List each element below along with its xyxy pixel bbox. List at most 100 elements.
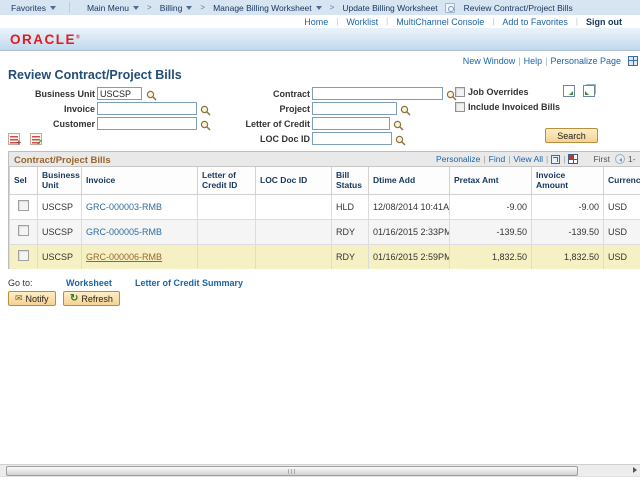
- list-edit-icon[interactable]: [30, 133, 42, 145]
- letter-of-credit-summary-link[interactable]: Letter of Credit Summary: [135, 278, 243, 288]
- personalize-link[interactable]: Personalize: [436, 152, 480, 166]
- horizontal-scrollbar[interactable]: [0, 464, 640, 477]
- breadcrumb-manage-billing-worksheet[interactable]: Manage Billing Worksheet: [213, 3, 322, 13]
- related-content-lookup-icon[interactable]: [445, 3, 455, 13]
- add-to-favorites-link[interactable]: Add to Favorites: [502, 17, 568, 27]
- cell-pretax-amt: -139.50: [450, 219, 532, 244]
- copy-page-icon[interactable]: [583, 85, 595, 97]
- page-title: Review Contract/Project Bills: [8, 68, 182, 82]
- pager-first-icon[interactable]: [615, 154, 625, 164]
- scrollbar-grip: [288, 469, 296, 474]
- table-header-row: Sel Business Unit Invoice Letter of Cred…: [10, 167, 640, 194]
- breadcrumb-favorites[interactable]: Favorites: [11, 3, 56, 13]
- header-links-bar: Home Worklist MultiChannel Console Add t…: [0, 15, 640, 28]
- letter-of-credit-input[interactable]: [312, 117, 390, 130]
- column-header-sel[interactable]: Sel: [10, 167, 38, 194]
- chevron-down-icon: [50, 6, 56, 10]
- link-separator: [508, 152, 510, 166]
- breadcrumb: Favorites Main Menu Billing Manage Billi…: [0, 0, 640, 15]
- contract-input[interactable]: [312, 87, 443, 100]
- loc-doc-id-lookup-icon[interactable]: [395, 133, 406, 144]
- breadcrumb-update-billing-worksheet[interactable]: Update Billing Worksheet: [342, 3, 437, 13]
- letter-of-credit-lookup-icon[interactable]: [393, 118, 404, 129]
- find-link[interactable]: Find: [489, 152, 506, 166]
- breadcrumb-main-menu-label: Main Menu: [87, 3, 129, 13]
- download-to-excel-icon[interactable]: [568, 154, 578, 164]
- transfer-page-icon[interactable]: [563, 85, 575, 97]
- link-separator: [386, 17, 388, 26]
- include-invoiced-bills-checkbox[interactable]: [455, 102, 465, 112]
- column-header-pretax-amt[interactable]: Pretax Amt: [450, 167, 532, 194]
- chevron-down-icon: [316, 6, 322, 10]
- view-all-link[interactable]: View All: [513, 152, 543, 166]
- scrollbar-thumb[interactable]: [6, 466, 578, 476]
- job-overrides-checkbox[interactable]: [455, 87, 465, 97]
- contract-project-bills-grid: Contract/Project Bills Personalize Find …: [8, 151, 640, 269]
- help-link[interactable]: Help: [524, 56, 543, 66]
- chevron-down-icon: [133, 6, 139, 10]
- home-link[interactable]: Home: [304, 17, 328, 27]
- cell-invoice-amount: 1,832.50: [532, 244, 604, 269]
- column-header-loc-doc-id[interactable]: LOC Doc ID: [256, 167, 332, 194]
- cell-loc-doc-id: [256, 244, 332, 269]
- grid-title-bar: Contract/Project Bills Personalize Find …: [9, 152, 640, 167]
- business-unit-lookup-icon[interactable]: [146, 88, 157, 99]
- cell-dtime-add: 12/08/2014 10:41AM: [369, 194, 450, 219]
- cell-bill-status: HLD: [332, 194, 369, 219]
- column-header-invoice[interactable]: Invoice: [82, 167, 198, 194]
- table-row-highlighted: USCSP GRC-000006-RMB RDY 01/16/2015 2:59…: [10, 244, 640, 269]
- cell-bill-status: RDY: [332, 219, 369, 244]
- column-header-dtime-add[interactable]: Dtime Add: [369, 167, 450, 194]
- column-header-invoice-amount[interactable]: Invoice Amount: [532, 167, 604, 194]
- loc-doc-id-input[interactable]: [312, 132, 392, 145]
- job-overrides-option: Job Overrides: [455, 87, 529, 97]
- breadcrumb-separator: [147, 3, 152, 12]
- row-select-checkbox[interactable]: [18, 250, 29, 261]
- worksheet-link[interactable]: Worksheet: [66, 278, 112, 288]
- worklist-link[interactable]: Worklist: [346, 17, 378, 27]
- include-invoiced-bills-option: Include Invoiced Bills: [455, 102, 560, 112]
- refresh-button[interactable]: Refresh: [63, 291, 120, 306]
- business-unit-input[interactable]: [97, 87, 142, 100]
- list-add-icon[interactable]: [8, 133, 20, 145]
- column-header-currency[interactable]: Currency: [604, 167, 640, 194]
- breadcrumb-main-menu[interactable]: Main Menu: [87, 3, 139, 13]
- row-select-checkbox[interactable]: [18, 200, 29, 211]
- column-header-bill-status[interactable]: Bill Status: [332, 167, 369, 194]
- zoom-grid-icon[interactable]: [551, 155, 560, 164]
- scrollbar-right-arrow-icon[interactable]: [633, 467, 637, 473]
- link-separator: [545, 56, 547, 66]
- column-header-business-unit[interactable]: Business Unit: [38, 167, 82, 194]
- new-window-link[interactable]: New Window: [463, 56, 516, 66]
- cell-pretax-amt: 1,832.50: [450, 244, 532, 269]
- page-layout-grid-icon[interactable]: [628, 56, 638, 66]
- invoice-link[interactable]: GRC-000006-RMB: [86, 252, 162, 262]
- breadcrumb-current-page: Review Contract/Project Bills: [464, 3, 573, 13]
- link-separator: [563, 152, 565, 166]
- sign-out-link[interactable]: Sign out: [586, 17, 622, 27]
- multichannel-console-link[interactable]: MultiChannel Console: [396, 17, 484, 27]
- notify-button[interactable]: Notify: [8, 291, 56, 306]
- project-lookup-icon[interactable]: [400, 103, 411, 114]
- business-unit-label: Business Unit: [0, 88, 95, 100]
- invoice-link[interactable]: GRC-000003-RMB: [86, 202, 162, 212]
- search-button[interactable]: Search: [545, 128, 598, 143]
- chevron-down-icon: [186, 6, 192, 10]
- cell-bill-status: RDY: [332, 244, 369, 269]
- cell-loc-doc-id: [256, 194, 332, 219]
- row-select-checkbox[interactable]: [18, 225, 29, 236]
- grid-title: Contract/Project Bills: [14, 155, 111, 166]
- cell-invoice-amount: -139.50: [532, 219, 604, 244]
- cell-dtime-add: 01/16/2015 2:59PM: [369, 244, 450, 269]
- breadcrumb-billing[interactable]: Billing: [160, 3, 193, 13]
- invoice-link[interactable]: GRC-000005-RMB: [86, 227, 162, 237]
- cell-pretax-amt: -9.00: [450, 194, 532, 219]
- cell-letter-of-credit-id: [198, 194, 256, 219]
- project-input[interactable]: [312, 102, 397, 115]
- breadcrumb-current-page-label: Review Contract/Project Bills: [464, 3, 573, 13]
- breadcrumb-separator: [200, 3, 205, 12]
- pager-first-label: First: [593, 152, 610, 166]
- personalize-page-link[interactable]: Personalize Page: [550, 56, 621, 66]
- letter-of-credit-label: Letter of Credit: [180, 118, 310, 130]
- column-header-letter-of-credit-id[interactable]: Letter of Credit ID: [198, 167, 256, 194]
